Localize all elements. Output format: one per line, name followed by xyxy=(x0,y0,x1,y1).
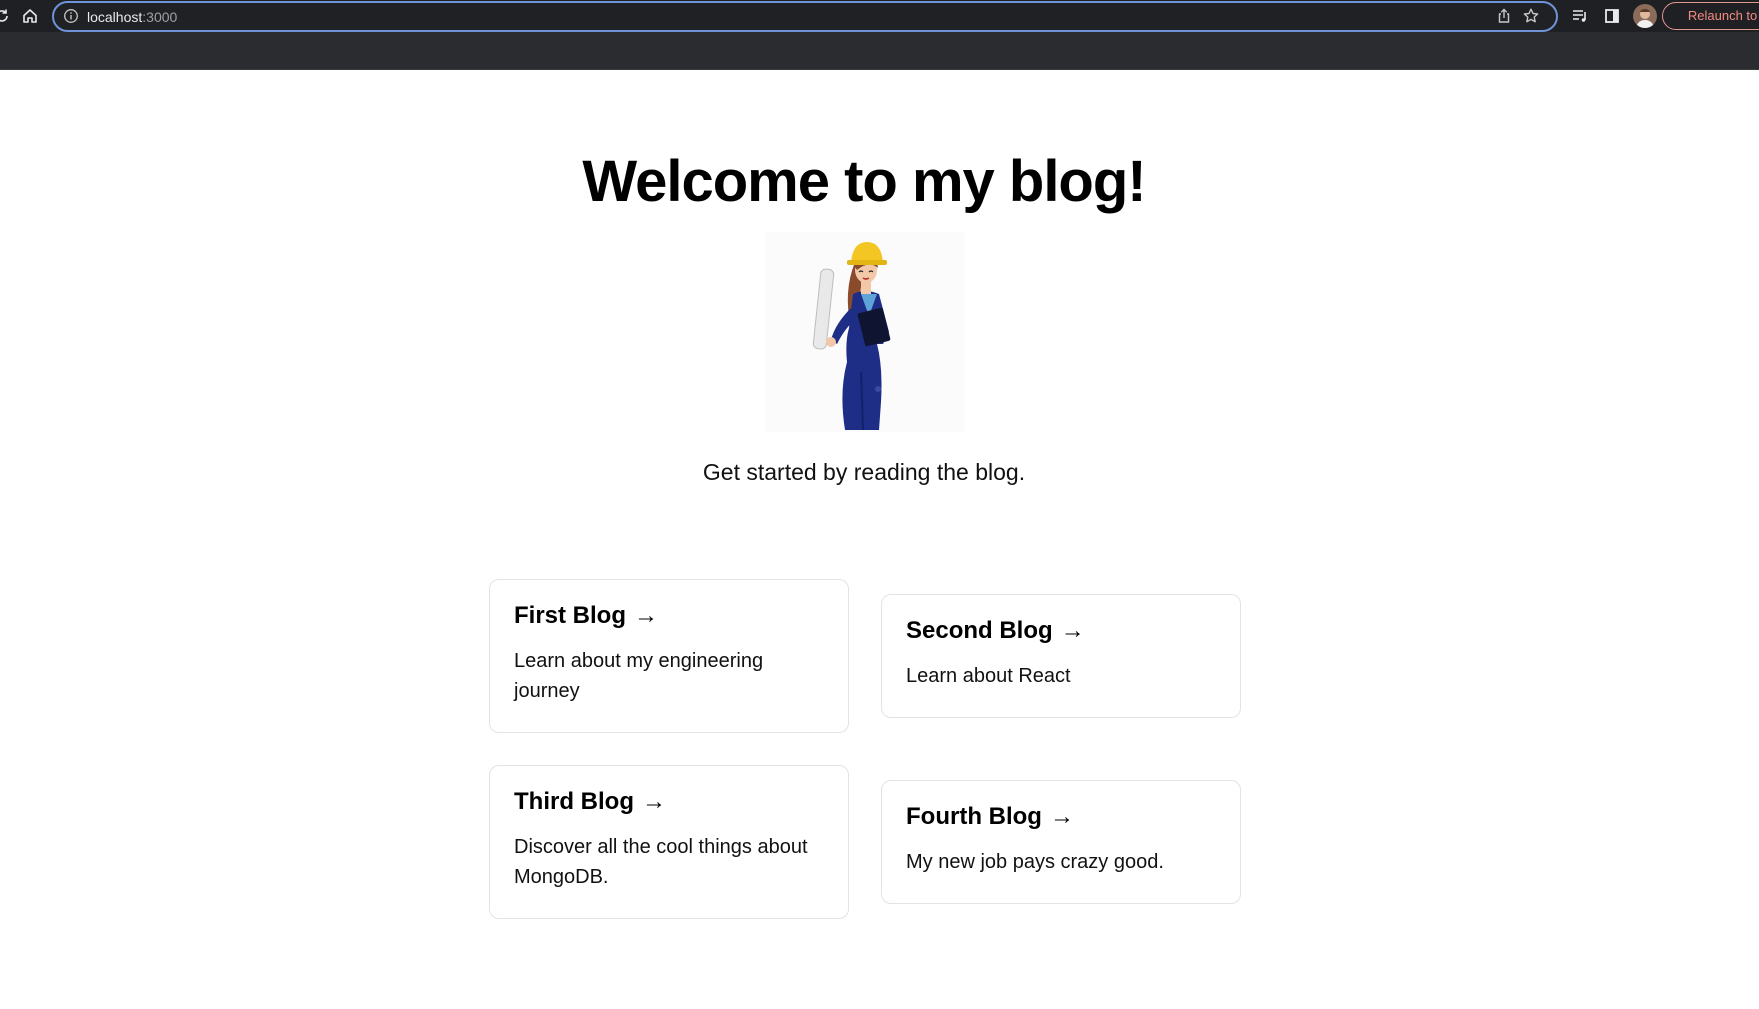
page-subtitle: Get started by reading the blog. xyxy=(702,459,1026,485)
card-title: First Blog → xyxy=(514,602,824,630)
card-title: Fourth Blog → xyxy=(906,803,1216,831)
url-host: localhost xyxy=(87,9,143,25)
browser-toolbar: localhost:3000 Relaunch to u xyxy=(0,0,1759,32)
card-title: Second Blog → xyxy=(906,617,1216,645)
card-description: Learn about React xyxy=(906,665,1071,687)
arrow-right-icon: → xyxy=(1049,803,1074,830)
card-title: Third Blog → xyxy=(514,788,824,816)
blog-card-first[interactable]: First Blog → Learn about my engineering … xyxy=(489,579,849,733)
page-title: Welcome to my blog! xyxy=(582,149,1146,214)
arrow-right-icon: → xyxy=(1060,617,1085,644)
url-port: :3000 xyxy=(142,9,178,25)
media-icon[interactable] xyxy=(1569,5,1591,27)
card-description: Learn about my engineering journey xyxy=(514,650,764,702)
info-icon[interactable] xyxy=(63,8,81,26)
card-title-text: Second Blog xyxy=(906,617,1053,644)
card-title-text: First Blog xyxy=(514,602,626,629)
arrow-right-icon: → xyxy=(641,788,666,815)
card-description: My new job pays crazy good. xyxy=(906,851,1164,873)
side-panel-icon[interactable] xyxy=(1601,5,1623,27)
page-divider xyxy=(0,69,1759,70)
hero-image xyxy=(765,232,965,432)
share-icon[interactable] xyxy=(1495,7,1515,27)
home-icon[interactable] xyxy=(19,5,41,27)
relaunch-button[interactable]: Relaunch to u xyxy=(1662,2,1759,30)
star-icon[interactable] xyxy=(1522,7,1542,27)
blog-card-fourth[interactable]: Fourth Blog → My new job pays crazy good… xyxy=(881,780,1241,904)
url-text: localhost:3000 xyxy=(87,9,177,25)
card-title-text: Third Blog xyxy=(514,788,634,815)
bookmarks-bar xyxy=(0,32,1759,69)
card-description: Discover all the cool things about Mongo… xyxy=(514,836,808,888)
address-bar[interactable]: localhost:3000 xyxy=(52,1,1558,32)
card-title-text: Fourth Blog xyxy=(906,803,1042,830)
reload-icon[interactable] xyxy=(0,5,13,27)
blog-card-third[interactable]: Third Blog → Discover all the cool thing… xyxy=(489,765,849,919)
engineer-illustration xyxy=(812,242,891,431)
arrow-right-icon: → xyxy=(634,602,658,629)
blog-card-second[interactable]: Second Blog → Learn about React xyxy=(881,594,1241,718)
avatar[interactable] xyxy=(1633,4,1657,28)
